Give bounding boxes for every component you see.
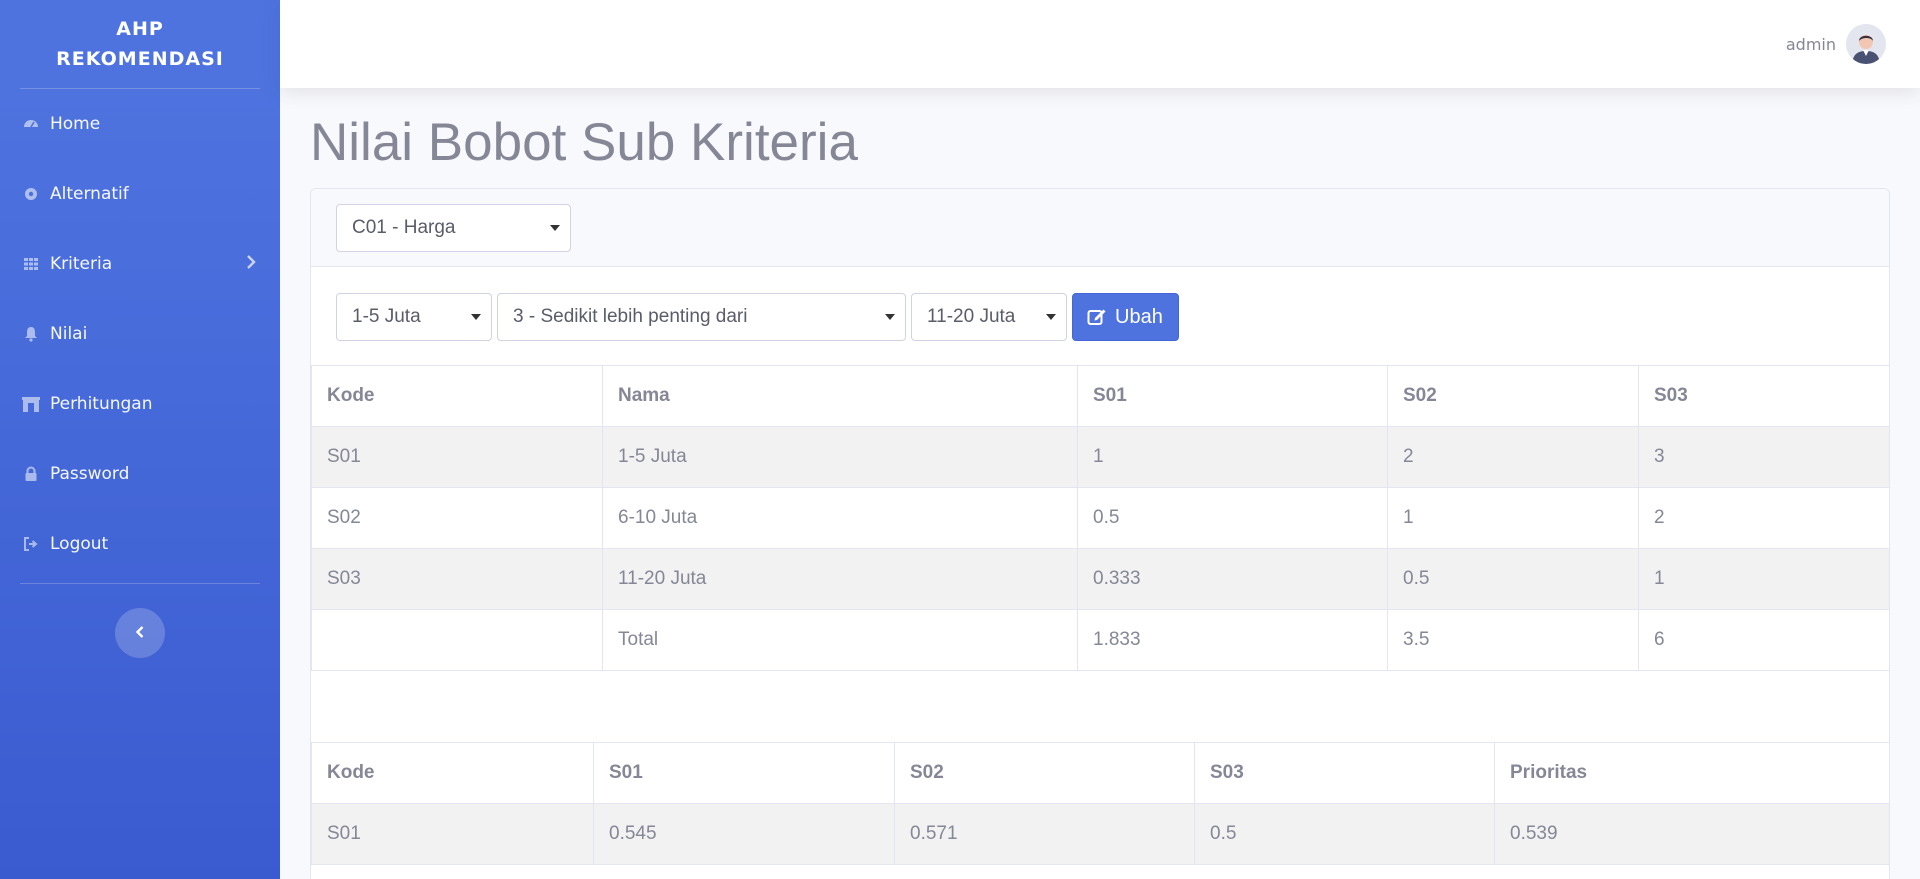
gear-icon (22, 185, 40, 203)
table-cell: 2 (1387, 426, 1639, 488)
table-cell: 11-20 Juta (602, 548, 1078, 610)
sidebar-item-label: Kriteria (50, 254, 113, 274)
table-cell: S01 (311, 803, 594, 865)
table-header-cell: S03 (1638, 365, 1889, 427)
table-cell: 0.571 (894, 803, 1195, 865)
table-cell (311, 609, 603, 671)
update-button-label: Ubah (1115, 305, 1163, 328)
table-row: S02 6-10 Juta 0.5 1 2 (311, 487, 1889, 549)
table-header-cell: Prioritas (1494, 742, 1889, 804)
table-header-cell: Nama (602, 365, 1078, 427)
caret-down-icon (1046, 314, 1056, 320)
brand[interactable]: AHP REKOMENDASI (0, 0, 280, 88)
table-header-cell: S02 (894, 742, 1195, 804)
caret-down-icon (471, 314, 481, 320)
table-header-cell: S01 (1077, 365, 1388, 427)
sidebar-divider-bottom (20, 583, 260, 584)
sidebar-item-label: Password (50, 464, 130, 484)
sign-out-icon (22, 535, 40, 553)
user-name: admin (1785, 34, 1836, 54)
sidebar-item-kriteria[interactable]: Kriteria (0, 229, 280, 299)
table-cell: 0.5 (1194, 803, 1495, 865)
table-cell: 6 (1638, 609, 1889, 671)
user-menu[interactable]: admin (1786, 24, 1886, 64)
table-cell: Total (602, 609, 1078, 671)
table-cell: 1 (1077, 426, 1388, 488)
criteria-select[interactable]: C01 - Harga (336, 204, 571, 252)
sidebar-item-label: Perhitungan (50, 394, 153, 414)
table-cell: 1 (1387, 487, 1639, 549)
table-header-row: Kode Nama S01 S02 S03 (311, 365, 1889, 427)
sidebar-item-label: Home (50, 114, 101, 134)
page-title: Nilai Bobot Sub Kriteria (310, 113, 858, 172)
card-header: C01 - Harga (311, 189, 1889, 267)
right-subcriteria-select[interactable]: 11-20 Juta (911, 293, 1067, 341)
sidebar-item-perhitungan[interactable]: Perhitungan (0, 369, 280, 439)
sidebar-item-logout[interactable]: Logout (0, 509, 280, 579)
table-cell: 1-5 Juta (602, 426, 1078, 488)
sidebar-item-alternatif[interactable]: Alternatif (0, 159, 280, 229)
topbar: admin (280, 0, 1920, 88)
table-row: S01 0.545 0.571 0.5 0.539 (311, 803, 1889, 865)
table-cell: 0.539 (1494, 803, 1889, 865)
sidebar-item-label: Logout (50, 534, 109, 554)
brand-line-1: AHP (116, 18, 164, 40)
table-header-row: Kode S01 S02 S03 Prioritas (311, 742, 1889, 804)
table-icon (22, 255, 40, 273)
sidebar-toggle-wrap (0, 608, 280, 658)
comparison-table: Kode Nama S01 S02 S03 S01 1-5 Juta 1 2 3… (311, 365, 1889, 671)
sidebar-item-label: Alternatif (50, 184, 129, 204)
sidebar-toggle-button[interactable] (115, 608, 165, 658)
dashboard-icon (22, 115, 40, 133)
edit-icon (1087, 307, 1107, 327)
caret-down-icon (885, 314, 895, 320)
bell-icon (22, 325, 40, 343)
chevron-right-icon (246, 254, 256, 274)
avatar[interactable] (1846, 24, 1886, 64)
brand-line-2: REKOMENDASI (56, 48, 224, 70)
table-cell: 1.833 (1077, 609, 1388, 671)
left-subcriteria-select[interactable]: 1-5 Juta (336, 293, 492, 341)
archway-icon (22, 395, 40, 413)
table-row: S01 1-5 Juta 1 2 3 (311, 426, 1889, 488)
criteria-select-value: C01 - Harga (352, 217, 456, 238)
table-cell: 0.333 (1077, 548, 1388, 610)
table-cell: 1 (1638, 548, 1889, 610)
chevron-left-icon (135, 624, 145, 643)
sidebar-item-nilai[interactable]: Nilai (0, 299, 280, 369)
table-header-cell: S03 (1194, 742, 1495, 804)
table-header-cell: S01 (593, 742, 895, 804)
sidebar-item-home[interactable]: Home (0, 89, 280, 159)
sidebar-nav: Home Alternatif Kriteria Nilai Perhitung… (0, 89, 280, 579)
caret-down-icon (550, 225, 560, 231)
table-cell: 6-10 Juta (602, 487, 1078, 549)
table-cell: 3 (1638, 426, 1889, 488)
priority-table: Kode S01 S02 S03 Prioritas S01 0.545 0.5… (311, 742, 1889, 865)
content-card: C01 - Harga 1-5 Juta 3 - Sedikit lebih p… (310, 188, 1890, 879)
table-total-row: Total 1.833 3.5 6 (311, 609, 1889, 671)
sidebar: AHP REKOMENDASI Home Alternatif Kriteria (0, 0, 280, 879)
table-header-cell: S02 (1387, 365, 1639, 427)
importance-value: 3 - Sedikit lebih penting dari (513, 306, 748, 327)
table-header-cell: Kode (311, 365, 603, 427)
left-subcriteria-value: 1-5 Juta (352, 306, 421, 327)
update-button[interactable]: Ubah (1072, 293, 1179, 341)
table-cell: 2 (1638, 487, 1889, 549)
table-cell: 0.5 (1387, 548, 1639, 610)
lock-icon (22, 465, 40, 483)
sidebar-item-label: Nilai (50, 324, 88, 344)
table-header-cell: Kode (311, 742, 594, 804)
table-cell: 0.5 (1077, 487, 1388, 549)
table-cell: 3.5 (1387, 609, 1639, 671)
right-subcriteria-value: 11-20 Juta (927, 306, 1016, 327)
table-cell: S01 (311, 426, 603, 488)
table-row: S03 11-20 Juta 0.333 0.5 1 (311, 548, 1889, 610)
table-cell: 0.545 (593, 803, 895, 865)
sidebar-item-password[interactable]: Password (0, 439, 280, 509)
table-cell: S02 (311, 487, 603, 549)
importance-select[interactable]: 3 - Sedikit lebih penting dari (497, 293, 906, 341)
table-cell: S03 (311, 548, 603, 610)
